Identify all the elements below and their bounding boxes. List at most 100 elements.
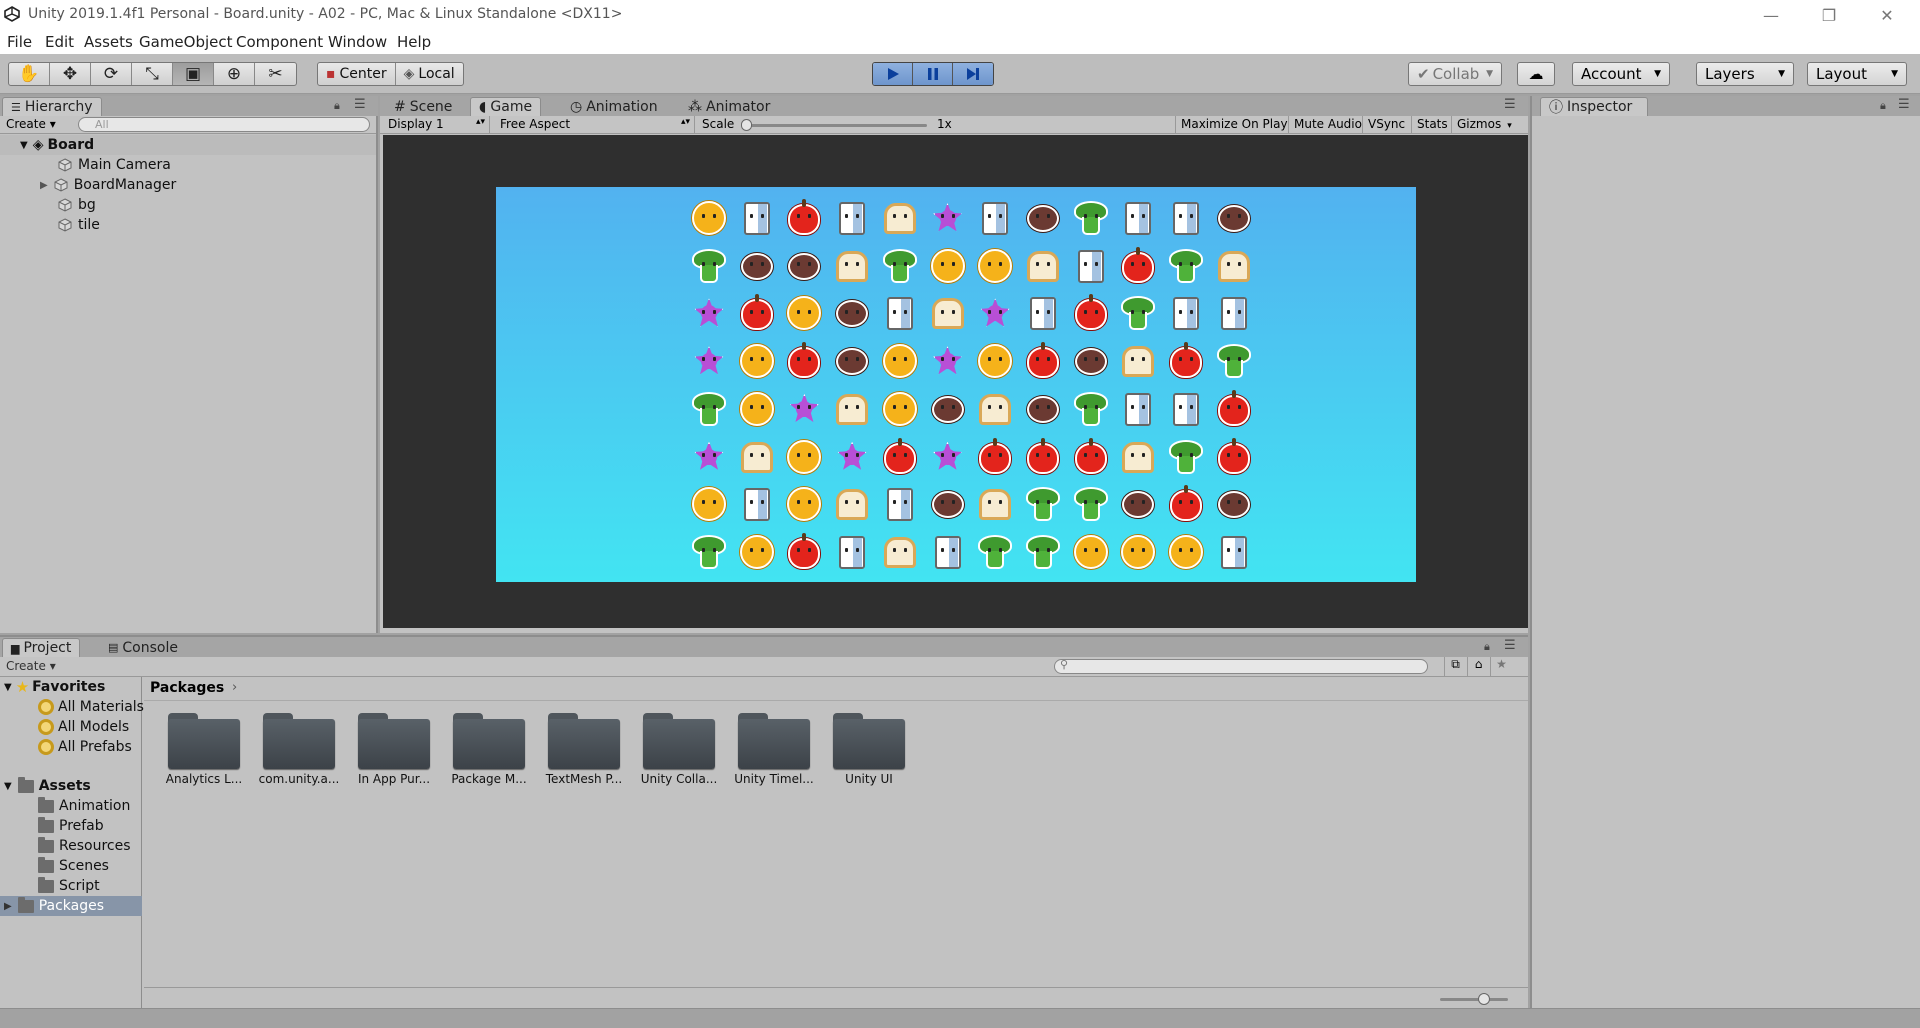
game-piece-flower[interactable] — [928, 198, 968, 238]
game-piece-apple[interactable] — [737, 293, 777, 333]
hierarchy-item[interactable]: tile — [58, 215, 100, 235]
game-piece-bread[interactable] — [832, 484, 872, 524]
game-piece-broccoli[interactable] — [880, 246, 920, 286]
tab-animator[interactable]: ⁂ Animator — [680, 97, 778, 116]
favorite-star-icon[interactable]: ★ — [1490, 657, 1512, 676]
game-piece-milk[interactable] — [1214, 293, 1254, 333]
hierarchy-item[interactable]: bg — [58, 195, 96, 215]
game-piece-broccoli[interactable] — [1166, 246, 1206, 286]
game-piece-orange[interactable] — [928, 246, 968, 286]
package-folder-icon[interactable] — [738, 713, 810, 769]
custom-tool-icon[interactable]: ✂ — [255, 63, 296, 85]
game-piece-broccoli[interactable] — [689, 532, 729, 572]
game-piece-milk[interactable] — [1118, 389, 1158, 429]
game-piece-milk[interactable] — [1214, 532, 1254, 572]
tab-game[interactable]: ◖ Game — [470, 97, 542, 116]
scale-tool-icon[interactable]: ⤡ — [132, 63, 173, 85]
game-piece-bread[interactable] — [975, 484, 1015, 524]
rect-tool-icon[interactable]: ▣ — [173, 63, 214, 85]
asset-folder-item[interactable]: Prefab — [38, 816, 104, 836]
panel-menu-icon[interactable]: ☰ — [1898, 97, 1910, 112]
tab-scene[interactable]: # Scene — [386, 97, 460, 116]
game-piece-flower[interactable] — [928, 437, 968, 477]
step-icon[interactable] — [953, 63, 993, 85]
game-piece-coconut[interactable] — [1071, 341, 1111, 381]
game-piece-orange[interactable] — [1118, 532, 1158, 572]
game-piece-milk[interactable] — [880, 293, 920, 333]
game-piece-broccoli[interactable] — [1166, 437, 1206, 477]
game-piece-milk[interactable] — [1071, 246, 1111, 286]
asset-folder-item[interactable]: Animation — [38, 796, 130, 816]
menu-gameobject[interactable]: GameObject — [139, 33, 233, 51]
tab-project[interactable]: ▆ Project — [2, 638, 81, 657]
game-piece-coconut[interactable] — [784, 246, 824, 286]
game-piece-orange[interactable] — [689, 198, 729, 238]
assets-header[interactable]: ▼ Assets — [4, 776, 91, 796]
panel-menu-icon[interactable]: ☰ — [1504, 638, 1516, 653]
hand-tool-icon[interactable]: ✋ — [9, 63, 50, 85]
pivot-center-button[interactable]: ▪ Center — [318, 63, 396, 85]
game-piece-coconut[interactable] — [737, 246, 777, 286]
game-piece-flower[interactable] — [784, 389, 824, 429]
game-piece-apple[interactable] — [1214, 389, 1254, 429]
game-piece-orange[interactable] — [784, 293, 824, 333]
game-piece-broccoli[interactable] — [689, 389, 729, 429]
game-piece-orange[interactable] — [975, 246, 1015, 286]
play-icon[interactable] — [873, 63, 913, 85]
game-piece-broccoli[interactable] — [975, 532, 1015, 572]
game-piece-bread[interactable] — [832, 246, 872, 286]
game-piece-apple[interactable] — [975, 437, 1015, 477]
display-dropdown[interactable]: Display 1 ▴▾ — [384, 116, 490, 133]
game-piece-flower[interactable] — [975, 293, 1015, 333]
game-board[interactable] — [496, 187, 1416, 582]
game-piece-milk[interactable] — [737, 484, 777, 524]
package-folder-icon[interactable] — [358, 713, 430, 769]
panel-menu-icon[interactable]: ☰ — [354, 97, 366, 112]
layers-dropdown[interactable]: Layers ▼ — [1696, 62, 1794, 86]
hierarchy-search-input[interactable]: All — [78, 117, 370, 132]
game-piece-broccoli[interactable] — [1071, 484, 1111, 524]
game-piece-coconut[interactable] — [1118, 484, 1158, 524]
favorite-item[interactable]: All Models — [38, 717, 129, 737]
game-piece-orange[interactable] — [975, 341, 1015, 381]
favorite-item[interactable]: All Prefabs — [38, 737, 132, 757]
package-folder-icon[interactable] — [548, 713, 620, 769]
game-piece-flower[interactable] — [689, 437, 729, 477]
collab-dropdown[interactable]: ✔ Collab ▼ — [1408, 62, 1502, 86]
game-piece-apple[interactable] — [784, 532, 824, 572]
game-piece-bread[interactable] — [880, 532, 920, 572]
game-piece-bread[interactable] — [1118, 437, 1158, 477]
game-piece-apple[interactable] — [1023, 437, 1063, 477]
close-button[interactable]: ✕ — [1858, 0, 1916, 30]
vsync-toggle[interactable]: VSync — [1362, 116, 1410, 133]
stats-toggle[interactable]: Stats — [1411, 116, 1453, 133]
game-piece-orange[interactable] — [737, 532, 777, 572]
package-folder-icon[interactable] — [833, 713, 905, 769]
package-folder-icon[interactable] — [168, 713, 240, 769]
tab-hierarchy[interactable]: ☰ Hierarchy — [2, 97, 102, 116]
expand-arrow-icon[interactable]: ▼ — [20, 140, 28, 151]
game-piece-coconut[interactable] — [928, 484, 968, 524]
game-piece-coconut[interactable] — [1023, 389, 1063, 429]
filter-by-label-icon[interactable]: ⌂ — [1467, 657, 1489, 676]
menu-window[interactable]: Window — [328, 33, 387, 51]
aspect-dropdown[interactable]: Free Aspect ▴▾ — [492, 116, 695, 133]
panel-menu-icon[interactable]: ☰ — [1504, 97, 1516, 112]
game-piece-orange[interactable] — [737, 389, 777, 429]
package-folder-label[interactable]: Unity Timel... — [726, 772, 822, 786]
tab-console[interactable]: ▤ Console — [100, 638, 186, 657]
game-piece-broccoli[interactable] — [1023, 484, 1063, 524]
game-piece-coconut[interactable] — [832, 293, 872, 333]
menu-component[interactable]: Component — [236, 33, 323, 51]
expand-arrow-icon[interactable]: ▼ — [4, 781, 12, 792]
game-piece-coconut[interactable] — [1214, 198, 1254, 238]
scene-row[interactable]: ▼ ◈ Board — [0, 135, 376, 155]
menu-help[interactable]: Help — [397, 33, 431, 51]
game-piece-flower[interactable] — [689, 293, 729, 333]
game-piece-milk[interactable] — [832, 198, 872, 238]
package-folder-label[interactable]: com.unity.a... — [251, 772, 347, 786]
filter-by-type-icon[interactable]: ⧉ — [1444, 657, 1466, 676]
game-piece-flower[interactable] — [689, 341, 729, 381]
gizmos-dropdown[interactable]: Gizmos ▾ — [1451, 116, 1517, 133]
rotate-tool-icon[interactable]: ⟳ — [91, 63, 132, 85]
